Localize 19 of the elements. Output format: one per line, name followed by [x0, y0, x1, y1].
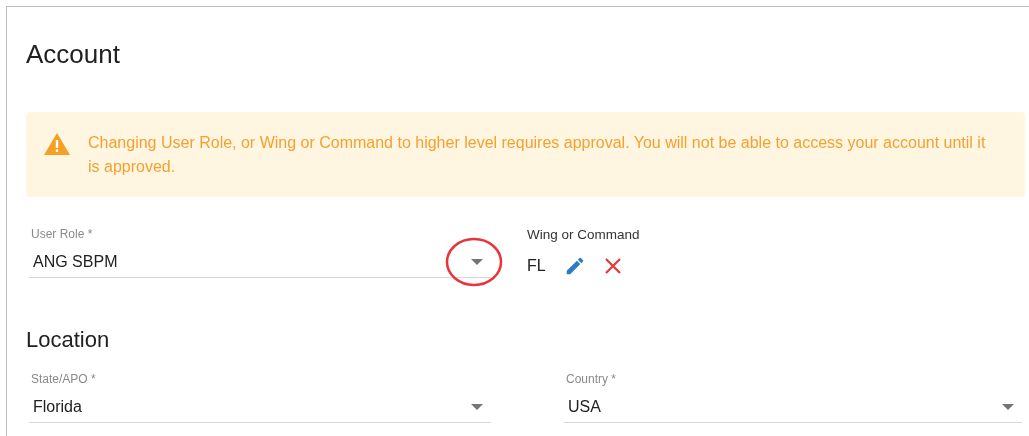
page-title: Account [26, 38, 121, 71]
dropdown-caret-icon[interactable] [471, 259, 483, 265]
select-value: Florida [33, 398, 82, 416]
close-icon[interactable] [603, 257, 622, 275]
select-control[interactable]: Country * USA [564, 372, 1022, 423]
field-label: Country * [565, 372, 618, 388]
dropdown-caret-icon[interactable] [471, 404, 483, 410]
warning-icon [44, 133, 70, 155]
field-label: User Role * [30, 227, 94, 243]
section-heading: Location [26, 326, 111, 354]
dropdown-caret-icon[interactable] [1002, 404, 1014, 410]
select-control[interactable]: State/APO * Florida [29, 372, 491, 423]
field-value: FL [527, 257, 546, 275]
field-label: State/APO * [30, 372, 97, 388]
select-value: USA [568, 398, 601, 416]
select-value: ANG SBPM [33, 253, 118, 271]
field-label: Wing or Command [527, 227, 640, 244]
alert-message: Changing User Role, or Wing or Command to higher level requires approval. You will not be able to access your account until it is approved. [88, 133, 987, 177]
select-control[interactable]: User Role * ANG SBPM [29, 227, 491, 278]
